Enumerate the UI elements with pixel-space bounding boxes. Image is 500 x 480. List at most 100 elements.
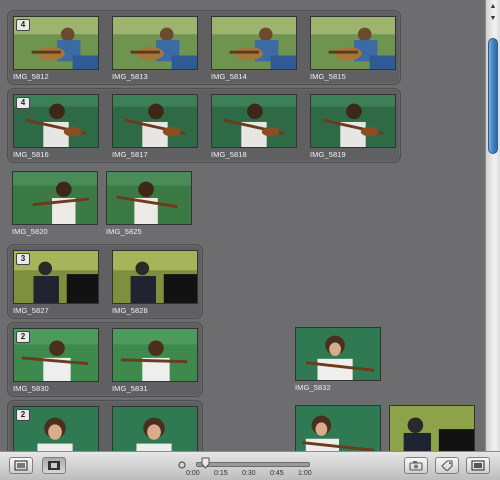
clip-tile[interactable]: IMG_5820 [12, 171, 98, 236]
violin-image [311, 95, 395, 147]
clip-thumbnail[interactable] [211, 94, 297, 148]
ruler-label: 0:30 [242, 470, 256, 477]
clip-label: IMG_5815 [310, 72, 346, 81]
zoom-icon [178, 461, 186, 469]
clip-thumbnail[interactable] [112, 250, 198, 304]
clip-label: IMG_5832 [295, 383, 331, 392]
bottom-toolbar: 0:00 0:15 0:30 0:45 1:00 [0, 451, 500, 480]
clip-view-button[interactable] [9, 457, 33, 474]
clip-tile[interactable]: 4 IMG_5812 [13, 16, 99, 81]
violin-image [296, 328, 380, 380]
clip-thumbnail[interactable] [295, 405, 381, 451]
clip-tile[interactable]: 2 [13, 406, 99, 451]
clip-label: IMG_5813 [112, 72, 148, 81]
clip-view-icon [14, 460, 28, 471]
clip-label: IMG_5817 [112, 150, 148, 159]
clip-thumbnail[interactable]: 2 [13, 406, 99, 451]
vertical-scrollbar[interactable]: ▲ ▼ [485, 0, 500, 451]
clip-tile[interactable] [295, 405, 381, 451]
violin-image [13, 172, 97, 224]
clip-tile[interactable]: IMG_5819 [310, 94, 396, 159]
ruler-label: 0:00 [186, 470, 200, 477]
guitar-image [311, 17, 395, 69]
clip-thumbnail[interactable]: 3 [13, 250, 99, 304]
clip-thumbnail[interactable] [112, 16, 198, 70]
clip-tile[interactable]: IMG_5817 [112, 94, 198, 159]
clip-label: IMG_5814 [211, 72, 247, 81]
clip-thumbnail[interactable] [295, 327, 381, 381]
clip-label: IMG_5820 [12, 227, 48, 236]
ruler-label: 0:15 [214, 470, 228, 477]
guitar-image [113, 17, 197, 69]
stack-group[interactable]: 4 IMG_5812 IMG_5813 IMG_5814 IMG_5815 [7, 10, 401, 85]
fullscreen-icon [471, 460, 485, 471]
clip-tile[interactable]: IMG_5831 [112, 328, 198, 393]
clip-label: IMG_5825 [106, 227, 142, 236]
violin-image [296, 406, 380, 451]
clip-label: IMG_5819 [310, 150, 346, 159]
stack-count-badge: 3 [16, 253, 30, 265]
clip-thumbnail[interactable] [112, 94, 198, 148]
clip-label: IMG_5818 [211, 150, 247, 159]
clip-browser: 4 IMG_5812 IMG_5813 IMG_5814 IMG_5815 4 … [0, 0, 485, 451]
scroll-down-arrow-icon[interactable]: ▼ [488, 14, 498, 24]
violin-image [113, 329, 197, 381]
fullscreen-button[interactable] [466, 457, 490, 474]
clip-thumbnail[interactable]: 4 [13, 16, 99, 70]
clip-tile[interactable]: IMG_5832 [295, 327, 381, 392]
clip-tile[interactable]: IMG_5825 [106, 171, 192, 236]
ruler-label: 1:00 [298, 470, 312, 477]
clip-tile[interactable] [112, 406, 198, 451]
clip-thumbnail[interactable] [389, 405, 475, 451]
film-view-icon [48, 461, 60, 470]
ruler-label: 0:45 [270, 470, 284, 477]
tag-button[interactable] [435, 457, 459, 474]
clip-label: IMG_5812 [13, 72, 49, 81]
stack-count-badge: 2 [16, 331, 30, 343]
stack-group[interactable]: 4 IMG_5816 IMG_5817 IMG_5818 IMG_5819 [7, 88, 401, 163]
piano-image [113, 251, 197, 303]
guitar-image [212, 17, 296, 69]
clip-thumbnail[interactable] [211, 16, 297, 70]
violin-image [113, 95, 197, 147]
clip-tile[interactable]: 3 IMG_5827 [13, 250, 99, 315]
stack-count-badge: 4 [16, 19, 30, 31]
clip-tile[interactable]: 2 IMG_5830 [13, 328, 99, 393]
clip-tile[interactable]: 4 IMG_5816 [13, 94, 99, 159]
clip-thumbnail[interactable]: 2 [13, 328, 99, 382]
camera-icon [409, 461, 423, 471]
stack-group[interactable]: 3 IMG_5827 IMG_5828 [7, 244, 203, 319]
clip-tile[interactable] [389, 405, 475, 451]
clip-tile[interactable]: IMG_5815 [310, 16, 396, 81]
film-view-button[interactable] [42, 457, 66, 474]
clip-thumbnail[interactable] [310, 94, 396, 148]
scroll-up-arrow-icon[interactable]: ▲ [488, 2, 498, 12]
clip-label: IMG_5828 [112, 306, 148, 315]
violin-image [212, 95, 296, 147]
violin-image [113, 407, 197, 451]
clip-thumbnail[interactable] [112, 328, 198, 382]
tag-icon [441, 460, 453, 471]
stack-group[interactable]: 2 [7, 400, 203, 451]
clip-label: IMG_5831 [112, 384, 148, 393]
clip-tile[interactable]: IMG_5828 [112, 250, 198, 315]
clip-label: IMG_5830 [13, 384, 49, 393]
clip-thumbnail[interactable] [310, 16, 396, 70]
clip-thumbnail[interactable]: 4 [13, 94, 99, 148]
duration-slider-knob[interactable] [201, 457, 210, 469]
clip-label: IMG_5816 [13, 150, 49, 159]
duration-slider-track[interactable] [196, 462, 310, 467]
clip-thumbnail[interactable] [12, 171, 98, 225]
camera-button[interactable] [404, 457, 428, 474]
scrollbar-thumb[interactable] [488, 38, 498, 154]
clip-tile[interactable]: IMG_5818 [211, 94, 297, 159]
clip-label: IMG_5827 [13, 306, 49, 315]
clip-tile[interactable]: IMG_5813 [112, 16, 198, 81]
piano-image [390, 406, 474, 451]
violin-image [107, 172, 191, 224]
stack-group[interactable]: 2 IMG_5830 IMG_5831 [7, 322, 203, 397]
clip-tile[interactable]: IMG_5814 [211, 16, 297, 81]
clip-thumbnail[interactable] [112, 406, 198, 451]
stack-count-badge: 2 [16, 409, 30, 421]
clip-thumbnail[interactable] [106, 171, 192, 225]
